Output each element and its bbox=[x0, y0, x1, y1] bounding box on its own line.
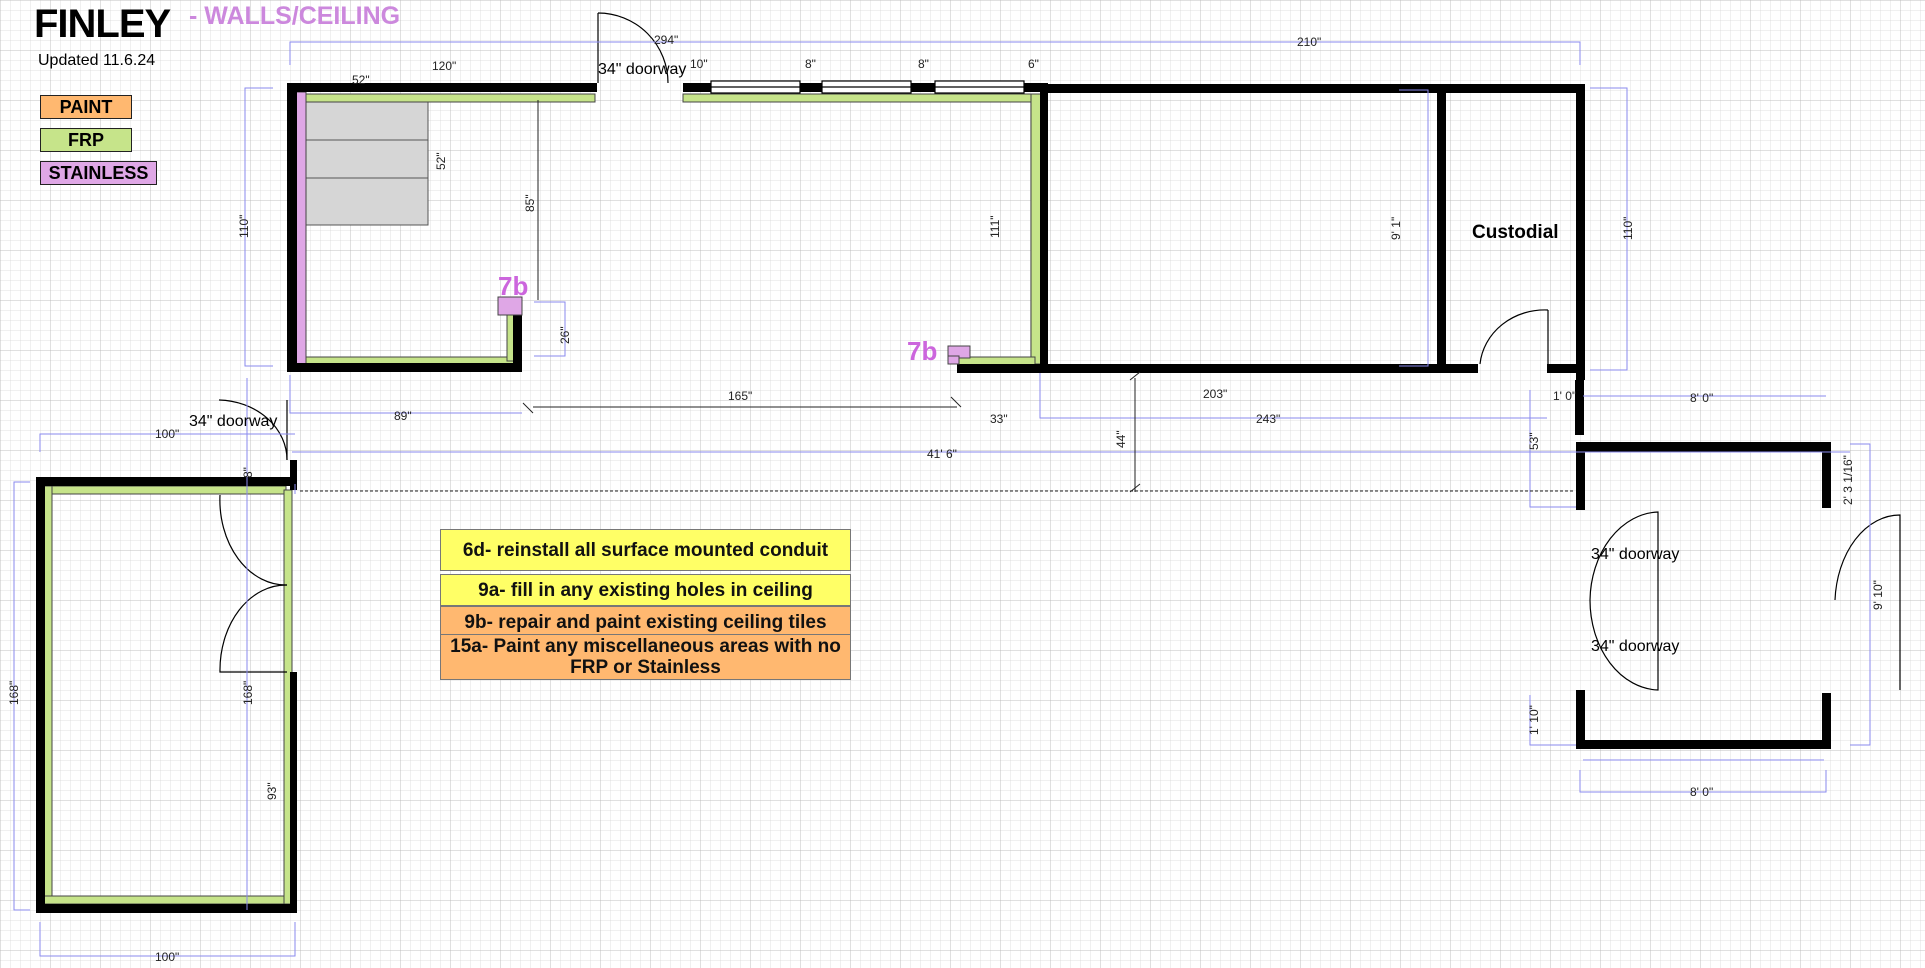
note-15a: 15a- Paint any miscellaneous areas with … bbox=[440, 634, 851, 680]
doorway-right-lower-label: 34" doorway bbox=[1591, 638, 1679, 655]
floor-plan: 294" 210" 52" 120" 10" 8" 8" 6" 52" 85" … bbox=[0, 0, 1925, 968]
dim-110a: 110" bbox=[237, 215, 251, 238]
dim-2-3: 2' 3 1/16" bbox=[1841, 455, 1855, 505]
dim-52a: 52" bbox=[352, 73, 370, 87]
dim-8a: 8" bbox=[805, 57, 816, 71]
dim-1-0: 1' 0" bbox=[1553, 389, 1576, 403]
dim-168-inner: 168" bbox=[241, 681, 255, 705]
dim-89: 89" bbox=[394, 409, 412, 423]
dim-8-0-top: 8' 0" bbox=[1690, 391, 1713, 405]
note-9a: 9a- fill in any existing holes in ceilin… bbox=[440, 574, 851, 606]
dim-165: 165" bbox=[728, 389, 752, 403]
dim-8b: 8" bbox=[918, 57, 929, 71]
stainless-wall-finish bbox=[295, 91, 307, 367]
dim-26: 26" bbox=[558, 326, 572, 344]
custodial-label: Custodial bbox=[1472, 222, 1559, 243]
dim-41-6: 41' 6" bbox=[927, 447, 957, 461]
dim-110b: 110" bbox=[1621, 217, 1635, 240]
dim-210: 210" bbox=[1297, 35, 1321, 49]
marker-7b-a: 7b bbox=[498, 271, 528, 301]
doorway-right-upper-label: 34" doorway bbox=[1591, 546, 1679, 563]
dim-243: 243" bbox=[1256, 412, 1280, 426]
marker-7b-b: 7b bbox=[907, 336, 937, 366]
dim-294: 294" bbox=[654, 33, 678, 47]
updated-date: Updated 11.6.24 bbox=[38, 52, 156, 69]
dim-52b: 52" bbox=[434, 152, 448, 170]
dim-10: 10" bbox=[690, 57, 708, 71]
legend-frp: FRP bbox=[40, 128, 132, 152]
dim-8-0-bottom: 8' 0" bbox=[1690, 785, 1713, 799]
dim-9-1: 9' 1" bbox=[1389, 217, 1403, 240]
doorway-left-label: 34" doorway bbox=[189, 413, 277, 430]
dim-33: 33" bbox=[990, 412, 1008, 426]
dim-8-left: 8" bbox=[241, 467, 255, 478]
dim-111: 111" bbox=[988, 216, 1002, 239]
page-subtitle: - WALLS/CEILING bbox=[189, 2, 401, 30]
note-6d: 6d- reinstall all surface mounted condui… bbox=[440, 529, 851, 571]
page-title: FINLEY bbox=[34, 2, 171, 46]
dim-1-10: 1' 10" bbox=[1527, 705, 1541, 735]
dim-6: 6" bbox=[1028, 57, 1039, 71]
dim-100-bottom: 100" bbox=[155, 950, 179, 964]
dim-168-outer: 168" bbox=[7, 681, 21, 705]
dim-85: 85" bbox=[523, 194, 537, 212]
windows bbox=[710, 80, 1025, 94]
dim-120: 120" bbox=[432, 59, 456, 73]
legend-paint: PAINT bbox=[40, 95, 132, 119]
doorway-top-label: 34" doorway bbox=[598, 61, 686, 78]
dim-53: 53" bbox=[1527, 432, 1541, 450]
dim-44: 44" bbox=[1114, 430, 1128, 448]
dim-9-10: 9' 10" bbox=[1871, 580, 1885, 610]
dim-100-top: 100" bbox=[155, 427, 179, 441]
dim-203: 203" bbox=[1203, 387, 1227, 401]
shelving-unit bbox=[304, 101, 429, 226]
legend-stainless: STAINLESS bbox=[40, 161, 157, 185]
dim-93: 93" bbox=[265, 782, 279, 800]
